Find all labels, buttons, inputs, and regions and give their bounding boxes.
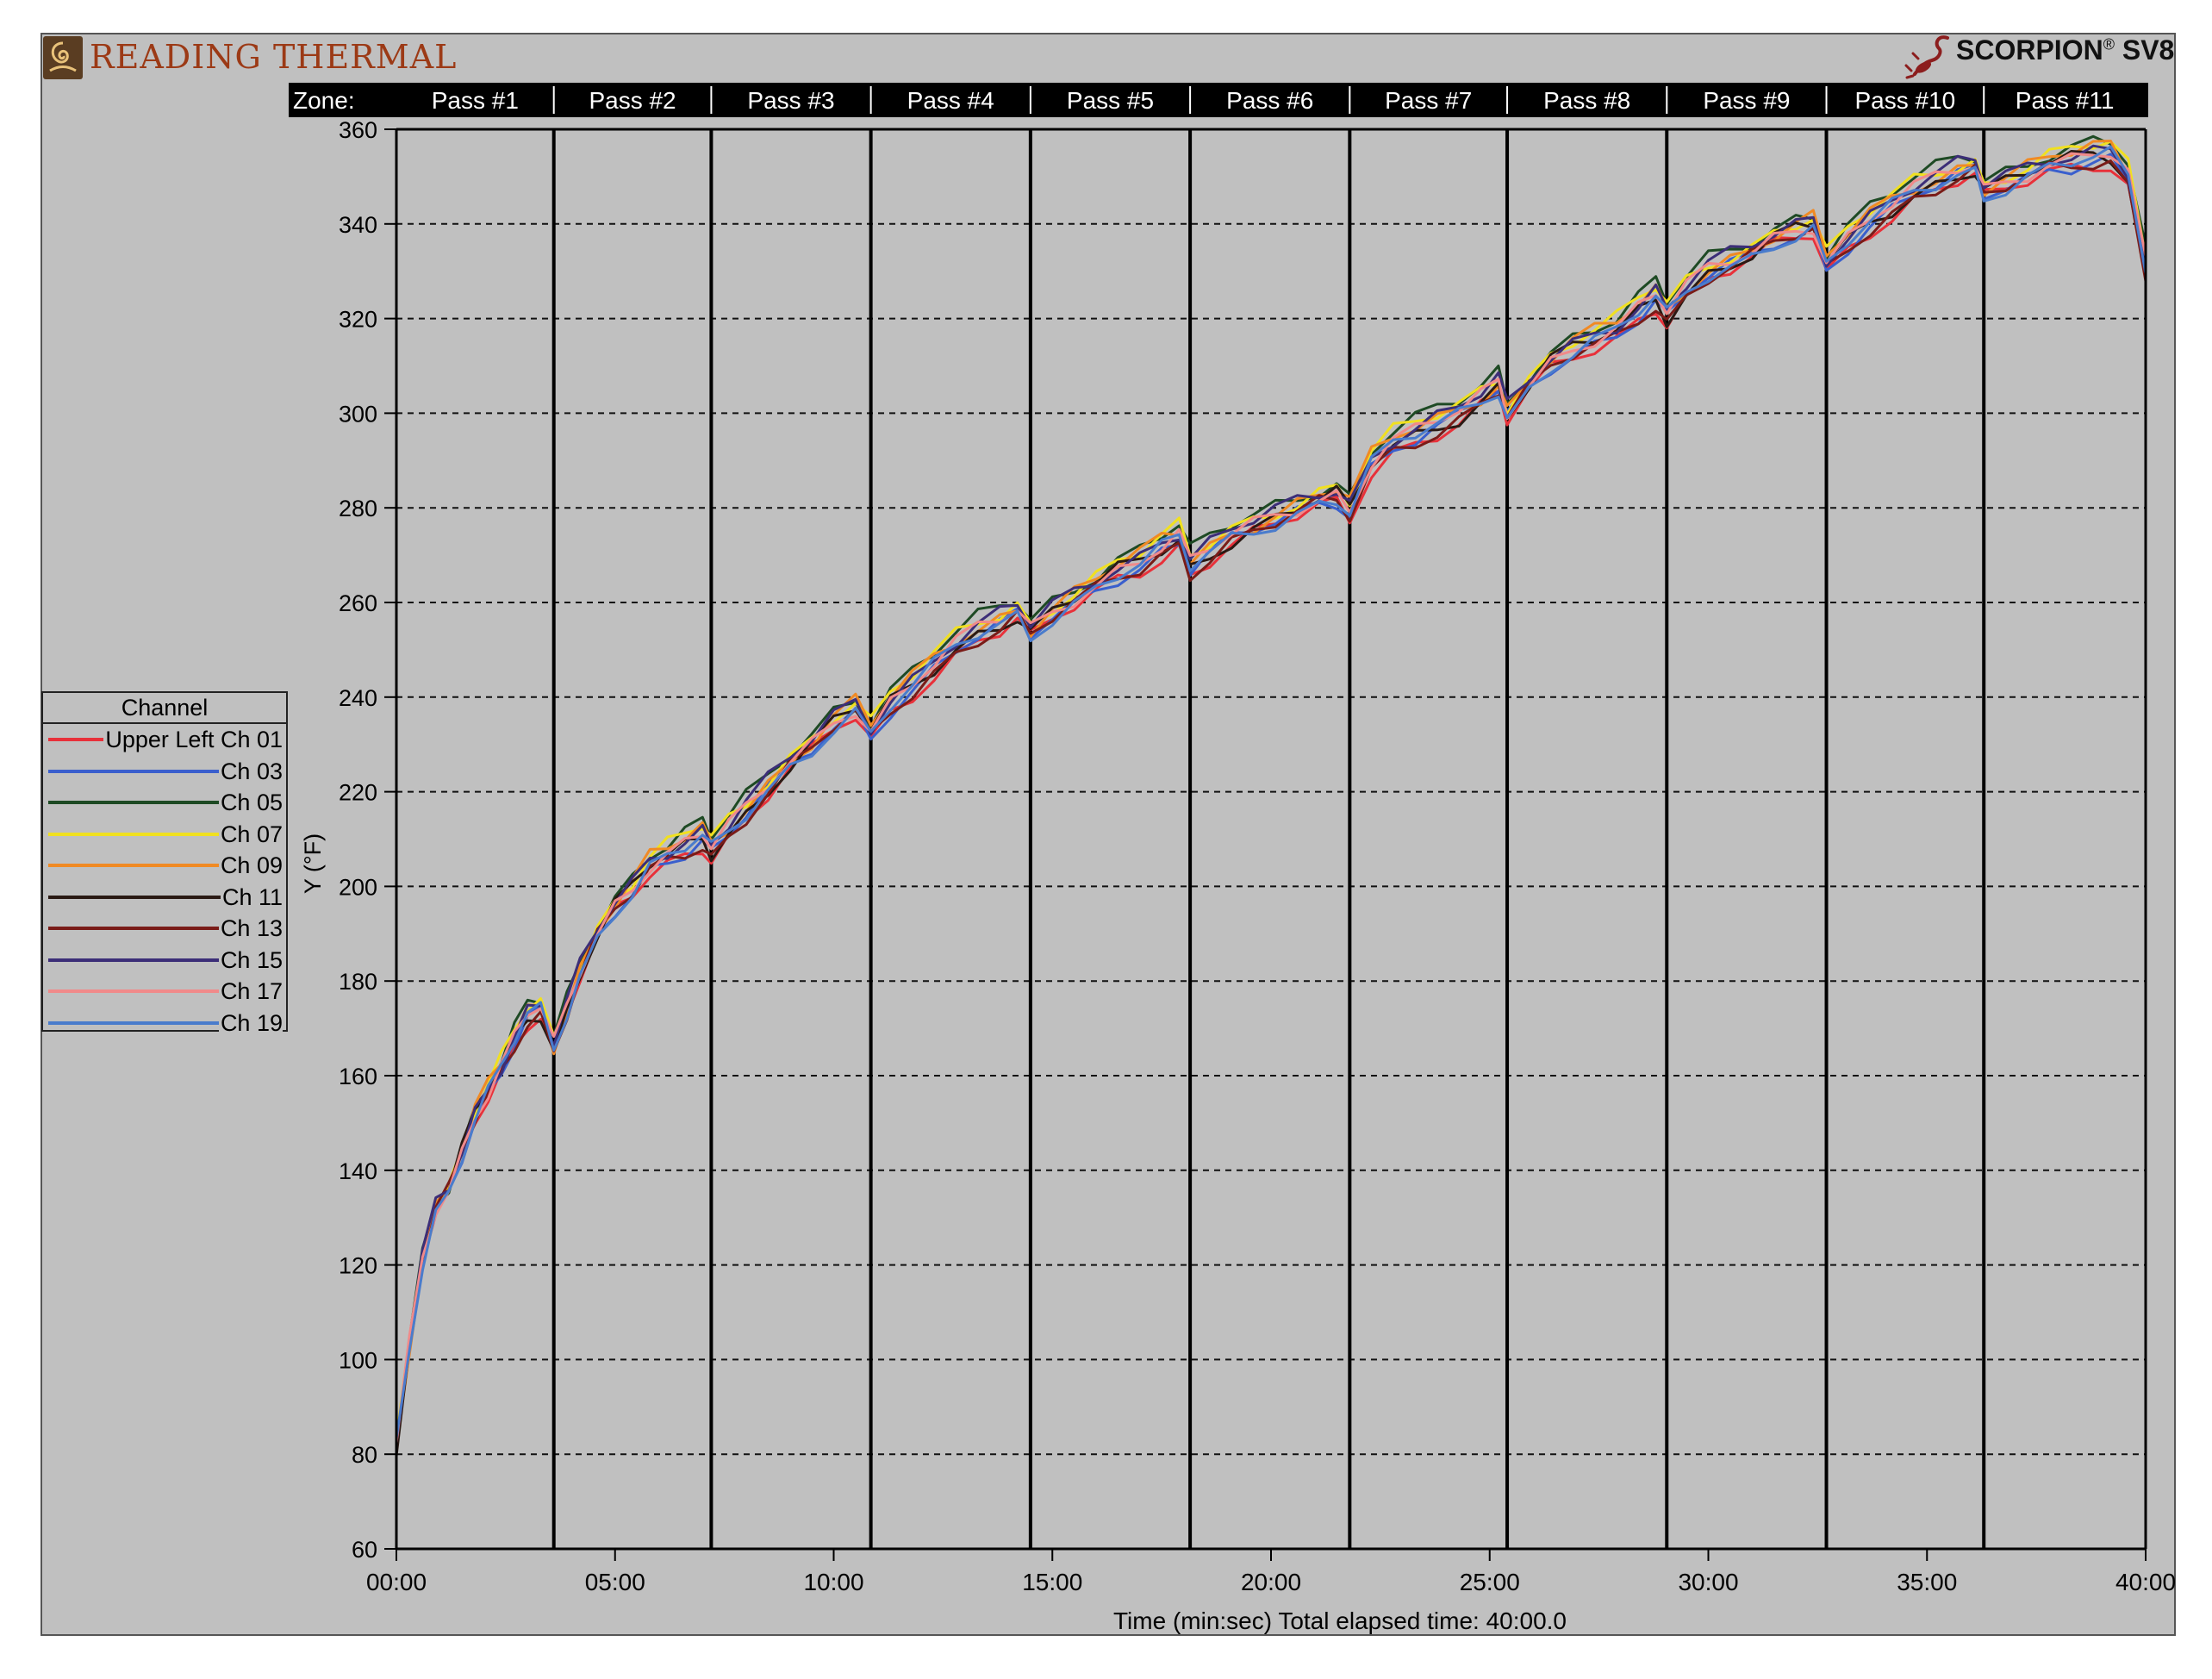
x-tick-label: 35:00 <box>1897 1569 1957 1595</box>
zone-name: Pass #2 <box>589 87 676 114</box>
legend-item: Ch 03 <box>43 756 286 788</box>
series-line <box>395 153 2147 1439</box>
y-tick-label: 80 <box>352 1442 377 1468</box>
legend-item: Ch 11 <box>43 882 286 914</box>
legend-rows: Upper Left Ch 01 Ch 03 Ch 05 Ch 07 Ch 09 Ch 1… <box>43 724 286 1039</box>
zone-name: Pass #9 <box>1703 87 1790 114</box>
legend-label: Ch 11 <box>220 883 283 911</box>
y-tick-label: 220 <box>339 780 377 806</box>
axes <box>395 128 2147 1551</box>
legend-label: Upper Left Ch 01 <box>103 727 283 753</box>
legend-item: Ch 17 <box>43 976 286 1008</box>
zone-name: Pass #8 <box>1543 87 1630 114</box>
y-tick-label: 340 <box>339 212 377 238</box>
legend-label: Ch 17 <box>218 978 283 1005</box>
y-tick-labels: 60 80 100 120 140 160 180 200 220 240 260 280 300 320… <box>339 117 396 1563</box>
zone-name: Pass #7 <box>1385 87 1472 114</box>
y-tick-label: 200 <box>339 874 377 900</box>
y-tick-label: 140 <box>339 1158 377 1184</box>
series-line <box>395 140 2147 1445</box>
legend-label: Ch 13 <box>218 915 283 942</box>
legend-label: Ch 09 <box>218 852 283 879</box>
legend-item: Ch 19 <box>43 1008 286 1039</box>
x-tick-label: 15:00 <box>1022 1569 1082 1595</box>
series-line <box>395 140 2147 1438</box>
series-line <box>395 150 2147 1456</box>
y-tick-label: 240 <box>339 685 377 711</box>
y-tick-label: 160 <box>339 1064 377 1089</box>
x-axis-label: Time (min:sec) Total elapsed time: 40:00… <box>1113 1607 1567 1634</box>
y-tick-label: 300 <box>339 401 377 427</box>
legend-item: Ch 05 <box>43 787 286 819</box>
legend-label: Ch 07 <box>218 821 283 848</box>
x-tick-label: 20:00 <box>1241 1569 1301 1595</box>
zone-name: Pass #11 <box>2016 87 2115 114</box>
x-tick-labels: 00:00 05:00 10:00 15:00 20:00 25:00 30:00 35:00… <box>366 1549 2176 1595</box>
legend-item: Upper Left Ch 01 <box>43 724 286 756</box>
zone-name: Pass #6 <box>1226 87 1313 114</box>
series-line <box>395 144 2147 1443</box>
legend-title: Channel <box>43 693 286 724</box>
x-tick-label: 40:00 <box>2115 1569 2176 1595</box>
y-tick-label: 180 <box>339 969 377 995</box>
zone-name: Pass #5 <box>1067 87 1154 114</box>
legend-label: Ch 03 <box>218 758 283 785</box>
series-line <box>395 134 2147 1444</box>
legend-label: Ch 15 <box>218 946 283 974</box>
x-tick-label: 30:00 <box>1678 1569 1738 1595</box>
zone-lines <box>551 129 1986 1549</box>
grid <box>396 222 2146 1456</box>
legend-item: Ch 15 <box>43 945 286 977</box>
y-tick-label: 120 <box>339 1253 377 1279</box>
zone-name: Pass #3 <box>747 87 834 114</box>
series-line <box>395 159 2147 1443</box>
legend: Channel Upper Left Ch 01 Ch 03 Ch 05 Ch 07 C… <box>41 691 288 1037</box>
legend-item: Ch 07 <box>43 819 286 851</box>
x-tick-label: 00:00 <box>366 1569 427 1595</box>
y-tick-label: 260 <box>339 590 377 616</box>
zone-label: Zone: <box>293 87 355 114</box>
y-tick-label: 100 <box>339 1347 377 1373</box>
series-lines <box>395 134 2147 1456</box>
x-tick-label: 25:00 <box>1460 1569 1520 1595</box>
chart-svg: Zone: Pass #1 Pass #2 Pass #3 Pass #4 Pass #5… <box>289 83 2176 1634</box>
y-tick-label: 360 <box>339 117 377 143</box>
legend-label: Ch 19 <box>218 1009 283 1037</box>
series-line <box>395 152 2147 1444</box>
x-tick-label: 10:00 <box>803 1569 863 1595</box>
series-line <box>395 162 2147 1449</box>
y-tick-label: 60 <box>352 1537 377 1563</box>
zone-name: Pass #4 <box>907 87 994 114</box>
y-tick-label: 280 <box>339 496 377 521</box>
legend-item: Ch 13 <box>43 913 286 945</box>
zone-name: Pass #1 <box>432 87 519 114</box>
legend-label: Ch 05 <box>218 790 283 816</box>
zone-name: Pass #10 <box>1855 87 1956 114</box>
legend-item: Ch 09 <box>43 850 286 882</box>
y-tick-label: 320 <box>339 307 377 333</box>
zone-bar: Zone: Pass #1 Pass #2 Pass #3 Pass #4 Pass #5… <box>289 83 2148 117</box>
y-axis-label: Y (°F) <box>300 833 326 894</box>
x-tick-label: 05:00 <box>585 1569 645 1595</box>
